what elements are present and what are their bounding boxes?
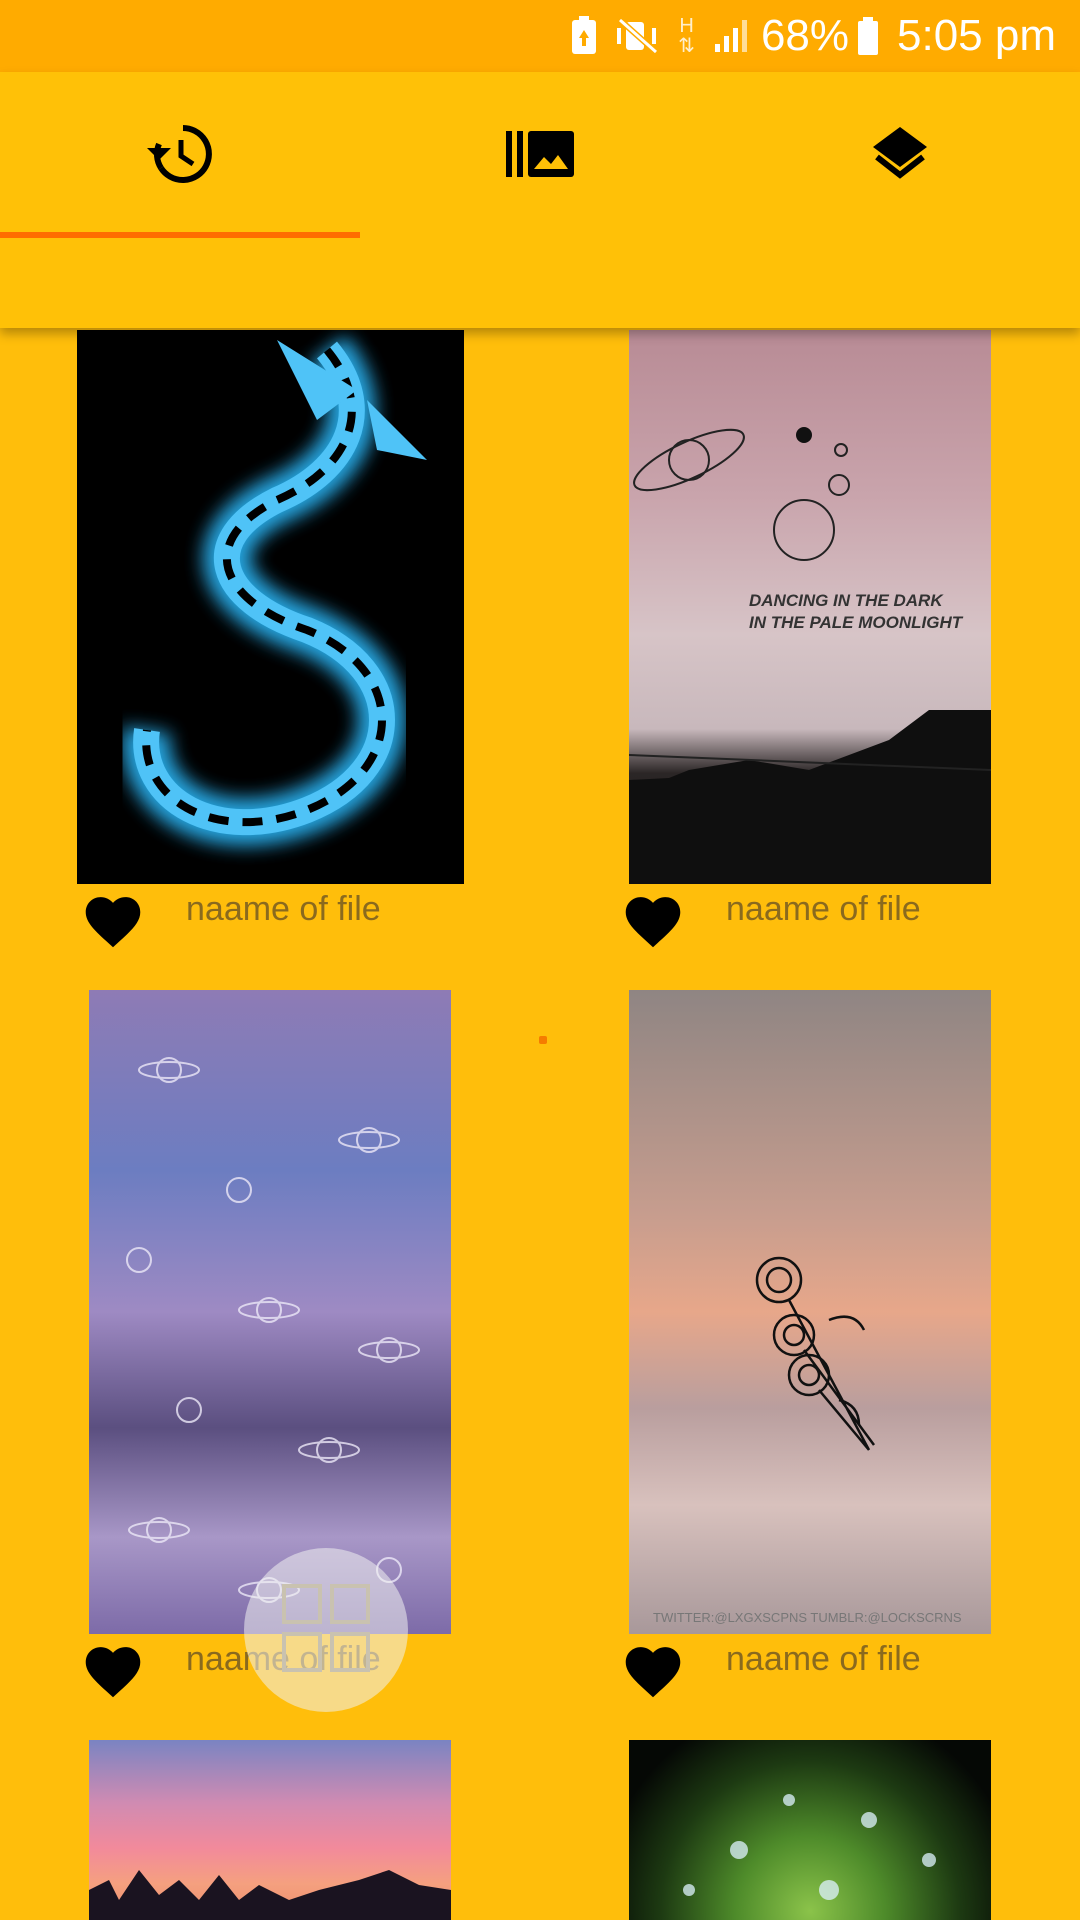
wallpaper-thumbnail-roses[interactable]: TWITTER:@LXGXSCPNS TUMBLR:@LOCKSCRNS: [629, 990, 991, 1634]
wallpaper-name: naame of file: [186, 890, 381, 928]
overlay-line-2: IN THE PALE MOONLIGHT: [749, 613, 963, 632]
favorite-heart-icon[interactable]: [80, 1640, 146, 1700]
favorite-heart-icon[interactable]: [620, 1640, 686, 1700]
wallpaper-thumbnail-sunset[interactable]: [89, 1740, 451, 1920]
wallpaper-thumbnail-dragon[interactable]: [77, 330, 464, 884]
tab-selected-indicator: [0, 232, 360, 238]
favorite-heart-icon[interactable]: [620, 890, 686, 950]
wallpaper-name: naame of file: [726, 890, 921, 928]
decorative-dot: [539, 1036, 547, 1044]
wallpaper-thumbnail-planet-pattern[interactable]: [89, 990, 451, 1634]
wallpaper-thumbnail-water-drops[interactable]: [629, 1740, 991, 1920]
overlay-line-1: DANCING IN THE DARK: [749, 591, 943, 610]
grid-view-icon: [278, 1580, 374, 1681]
history-icon: [147, 124, 213, 189]
wallpaper-name: naame of file: [726, 1640, 921, 1678]
layers-icon: [871, 125, 929, 188]
tab-bar: [0, 72, 1080, 328]
favorite-heart-icon[interactable]: [80, 890, 146, 950]
photo-library-icon: [506, 129, 574, 184]
wallpaper-overlay-text: DANCING IN THE DARK IN THE PALE MOONLIGH…: [749, 590, 989, 634]
tab-history[interactable]: [0, 72, 360, 240]
wallpaper-watermark: TWITTER:@LXGXSCPNS TUMBLR:@LOCKSCRNS: [653, 1610, 962, 1625]
wallpaper-thumbnail-planets[interactable]: DANCING IN THE DARK IN THE PALE MOONLIGH…: [629, 330, 991, 884]
grid-view-fab[interactable]: [244, 1548, 408, 1712]
tab-layers[interactable]: [720, 72, 1080, 240]
tab-gallery[interactable]: [360, 72, 720, 240]
